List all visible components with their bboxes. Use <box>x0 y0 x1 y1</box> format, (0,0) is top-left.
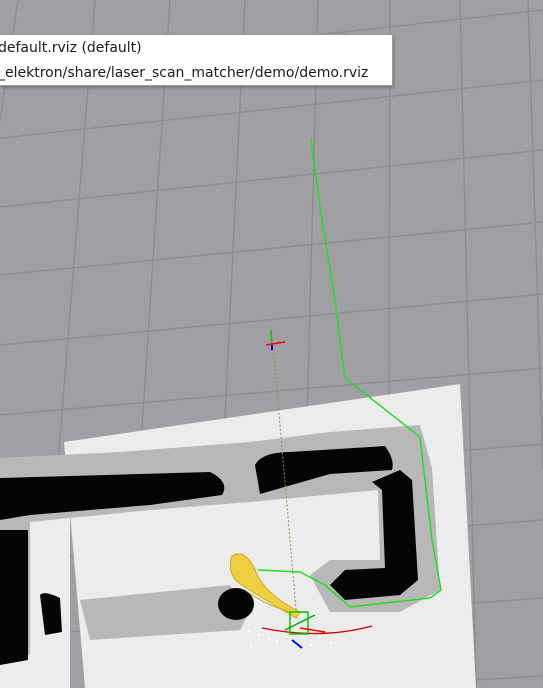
config-menu-item-default[interactable]: default.rviz (default) <box>0 36 393 60</box>
config-dropdown-menu[interactable]: default.rviz (default) _elektron/share/l… <box>0 34 393 86</box>
config-menu-item-demo[interactable]: _elektron/share/laser_scan_matcher/demo/… <box>0 61 393 85</box>
3d-viewport[interactable] <box>0 0 543 688</box>
